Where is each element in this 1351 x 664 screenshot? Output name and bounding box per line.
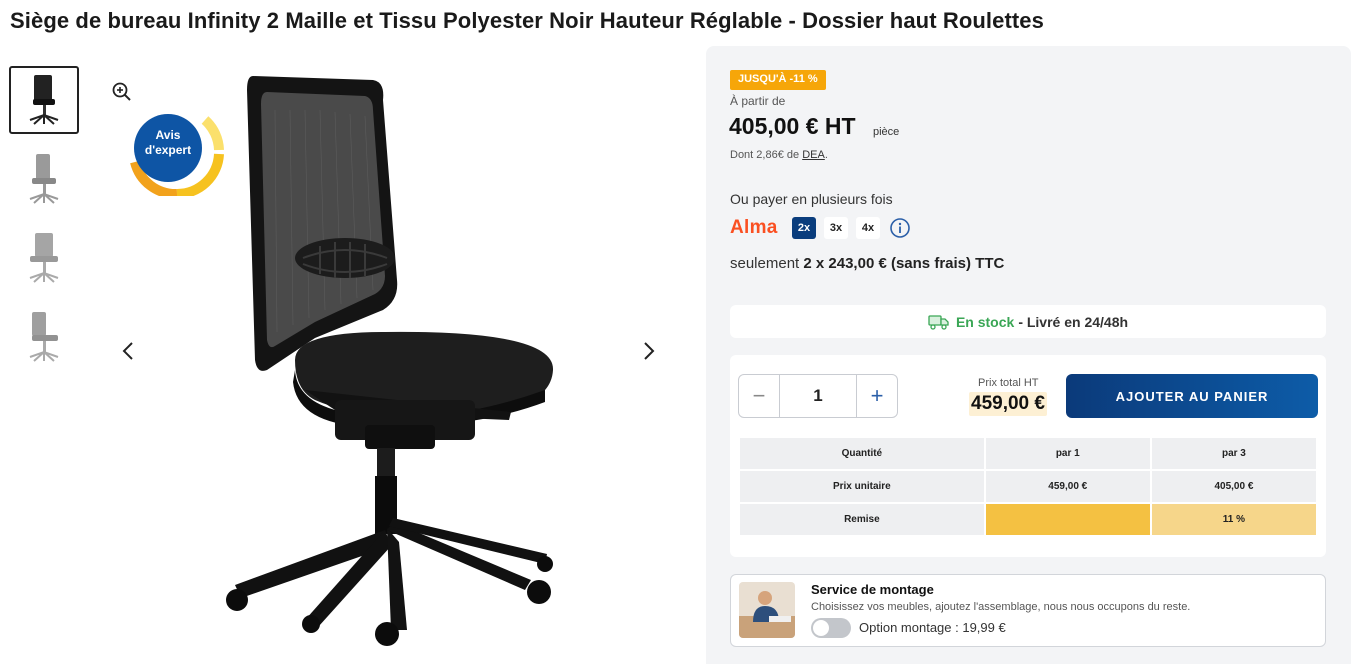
installment-4x-button[interactable]: 4x — [856, 217, 880, 239]
thumbnail-3[interactable] — [9, 224, 79, 292]
installment-3x-button[interactable]: 3x — [824, 217, 848, 239]
promo-badge: JUSQU'À -11 % — [730, 70, 826, 90]
table-cell: Remise — [740, 504, 984, 535]
quantity-price-table: Quantité par 1 par 3 Prix unitaire 459,0… — [738, 436, 1318, 537]
delivery-truck-icon — [928, 314, 949, 330]
chevron-left-icon — [122, 342, 133, 360]
table-row: Prix unitaire 459,00 € 405,00 € — [740, 471, 1316, 502]
installment-summary-value: 2 x 243,00 € (sans frais) TTC — [803, 255, 1005, 272]
assembly-option-label: Option montage : 19,99 € — [859, 620, 1006, 635]
table-cell: 11 % — [1151, 504, 1316, 535]
thumbnail-2[interactable] — [9, 145, 79, 213]
chair-thumbnail-icon — [29, 312, 59, 362]
installments-label: Ou payer en plusieurs fois — [730, 191, 893, 207]
previous-image-button[interactable] — [114, 336, 142, 366]
quantity-stepper: − 1 + — [738, 374, 898, 418]
decrease-quantity-button[interactable]: − — [739, 375, 779, 417]
price-unit: pièce — [873, 126, 900, 138]
add-to-cart-button[interactable]: AJOUTER AU PANIER — [1066, 374, 1318, 418]
eco-tax-suffix: . — [824, 149, 828, 161]
expert-review-badge[interactable]: Avis d'expert — [127, 110, 227, 200]
zoom-in-icon[interactable] — [110, 80, 134, 104]
product-main-image — [226, 76, 554, 646]
badge-line-2: d'expert — [144, 143, 192, 157]
chair-thumbnail-icon — [29, 233, 59, 283]
table-row: Quantité par 1 par 3 — [740, 438, 1316, 469]
table-cell: 405,00 € — [1151, 471, 1316, 502]
eco-tax-prefix: Dont 2,86€ de — [730, 149, 800, 161]
alma-logo: Alma — [730, 217, 778, 238]
eco-tax-note: Dont 2,86€ de DEA. — [730, 149, 828, 161]
delivery-time: - Livré en 24/48h — [1018, 313, 1129, 330]
toggle-knob — [813, 620, 829, 636]
badge-line-1: Avis — [155, 128, 181, 142]
assembly-option-toggle[interactable] — [811, 618, 851, 638]
thumbnail-list — [9, 66, 79, 382]
thumbnail-1[interactable] — [9, 66, 79, 134]
total-price: 459,00 € — [969, 392, 1047, 416]
table-cell: Prix unitaire — [740, 471, 984, 502]
table-cell — [985, 504, 1150, 535]
stock-status: En stock — [955, 313, 1015, 330]
info-icon[interactable] — [889, 217, 911, 239]
installment-summary: seulement 2 x 243,00 € (sans frais) TTC — [730, 255, 1004, 272]
thumbnail-4[interactable] — [9, 303, 79, 371]
installment-summary-prefix: seulement — [730, 255, 800, 272]
total-price-label: Prix total HT — [978, 377, 1039, 389]
chair-thumbnail-icon — [29, 75, 59, 125]
from-label: À partir de — [730, 94, 786, 108]
eco-tax-link[interactable]: DEA — [802, 149, 825, 161]
quantity-input[interactable]: 1 — [779, 375, 857, 417]
assembly-service-image — [739, 582, 795, 638]
table-cell: Quantité — [740, 438, 984, 469]
service-title: Service de montage — [811, 582, 934, 597]
table-cell: 459,00 € — [985, 471, 1150, 502]
product-price: 405,00 € HT — [729, 113, 856, 139]
chair-thumbnail-icon — [29, 154, 59, 204]
table-cell: par 1 — [985, 438, 1150, 469]
increase-quantity-button[interactable]: + — [857, 375, 897, 417]
service-description: Choisissez vos meubles, ajoutez l'assemb… — [811, 601, 1191, 613]
table-row: Remise 11 % — [740, 504, 1316, 535]
chevron-right-icon — [644, 342, 655, 360]
next-image-button[interactable] — [635, 336, 663, 366]
installment-2x-button[interactable]: 2x — [792, 217, 816, 239]
product-title: Siège de bureau Infinity 2 Maille et Tis… — [10, 8, 1044, 33]
table-cell: par 3 — [1151, 438, 1316, 469]
stock-status-bar: En stock - Livré en 24/48h — [730, 305, 1326, 338]
